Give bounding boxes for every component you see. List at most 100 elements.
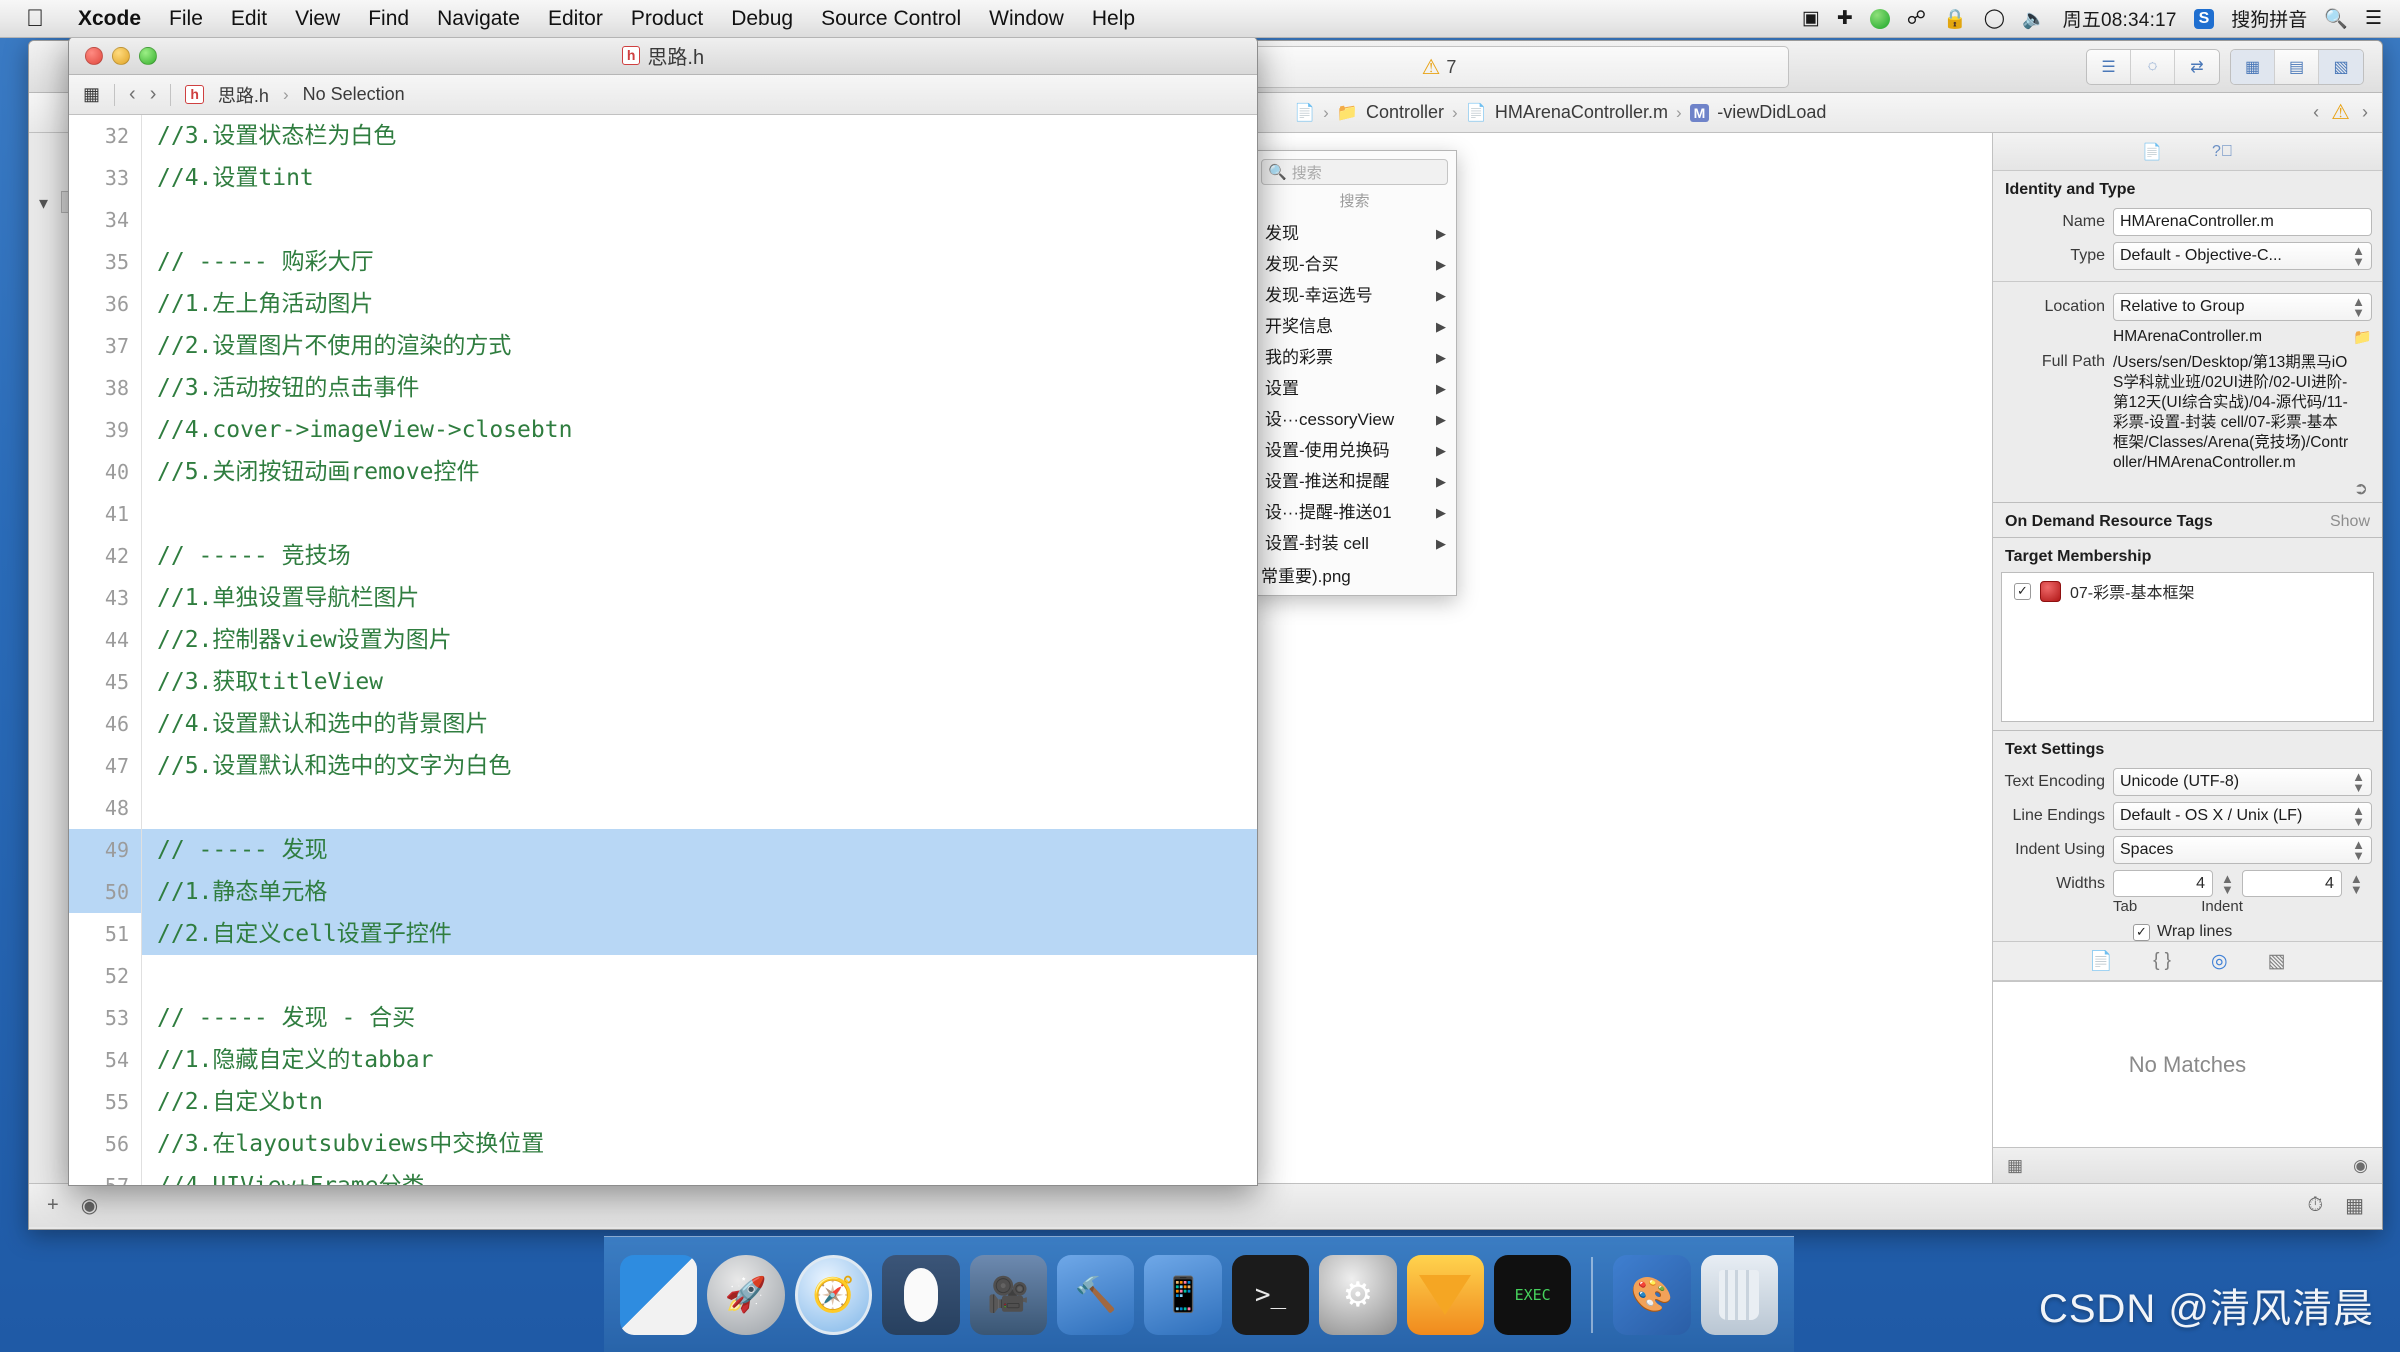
code-line-row[interactable]: 43 //1.单独设置导航栏图片 [69,577,1257,619]
type-select[interactable]: Default - Objective-C... ▲ ▼ [2113,242,2372,270]
airplane-icon[interactable]: ✚ [1837,7,1853,30]
jumpbar-selection[interactable]: No Selection [303,84,405,105]
debug-toggle-icon[interactable]: ▤ [2275,50,2319,84]
previous-issue-icon[interactable]: ‹ [2313,102,2319,123]
standard-editor-icon[interactable]: ☰ [2087,50,2131,84]
name-input[interactable]: HMArenaController.m [2113,208,2372,236]
warning-triangle-icon[interactable]: ⚠ [2331,100,2350,125]
grid-icon[interactable]: ▦ [2345,1193,2364,1218]
dock-item-sketch[interactable] [1406,1254,1484,1335]
menu-item-window[interactable]: Window [975,7,1078,31]
dock-item-pictures-stack[interactable]: 🎨 [1613,1254,1691,1335]
code-line-row[interactable]: 42 // ----- 竞技场 [69,535,1257,577]
code-line-row[interactable]: 34 [69,199,1257,241]
dock-item-safari[interactable]: 🧭 [794,1254,873,1335]
menu-item-find[interactable]: Find [354,7,423,31]
menu-item-product[interactable]: Product [617,7,717,31]
panel-icon[interactable]: ▧ [2268,950,2286,973]
input-method-badge[interactable]: S [2193,8,2215,29]
menu-item-help[interactable]: Help [1078,7,1149,31]
code-line-row[interactable]: 55 //2.自定义btn [69,1081,1257,1123]
dock-item-finder[interactable] [620,1254,698,1335]
code-line-row[interactable]: 44 //2.控制器view设置为图片 [69,619,1257,661]
code-line-row[interactable]: 41 [69,493,1257,535]
indent-using-select[interactable]: Spaces ▲ ▼ [2113,836,2372,864]
code-line-row[interactable]: 48 [69,787,1257,829]
assistant-editor-icon[interactable]: ◌ [2131,50,2175,84]
folder-icon[interactable]: 📁 [2353,328,2372,346]
location-icon[interactable]: ◯ [1984,7,2005,30]
clock-icon[interactable]: ⏱ [2307,1194,2323,1217]
show-link[interactable]: Show [2330,513,2370,531]
popover-item-5[interactable]: 设置 ▶ [1253,373,1456,404]
target-checkbox[interactable]: ✓ [2014,582,2031,600]
code-line-row-selected[interactable]: 49 // ----- 发现 [69,829,1257,871]
code-line-row[interactable]: 37 //2.设置图片不使用的渲染的方式 [69,325,1257,367]
menu-item-source-control[interactable]: Source Control [807,7,975,31]
code-line-row[interactable]: 39 //4.cover->imageView->closebtn [69,409,1257,451]
input-method-label[interactable]: 搜狗拼音 [2231,5,2307,32]
indent-width-input[interactable]: 4 [2241,870,2342,897]
location-select[interactable]: Relative to Group ▲ ▼ [2113,293,2372,321]
tab-width-stepper[interactable]: ▲ ▼ [2221,872,2234,896]
dock-item-exec-app[interactable]: EXEC [1493,1254,1572,1335]
popover-item-4[interactable]: 我的彩票 ▶ [1253,342,1456,373]
target-icon[interactable]: ◎ [2211,950,2228,973]
braces-icon[interactable]: { } [2153,950,2171,972]
popover-item-0[interactable]: 发现 ▶ [1253,218,1456,249]
floating-window-code-area[interactable]: 32 //3.设置状态栏为白色 33 //4.设置tint 34 35 // ----… [69,115,1257,1185]
forward-arrow-icon[interactable]: › [150,83,157,106]
utilities-toggle-icon[interactable]: ▧ [2319,50,2363,84]
dock-item-launchpad[interactable]: 🚀 [707,1254,785,1335]
apple-icon[interactable]:  [0,6,64,31]
related-items-icon[interactable]: ▦ [83,84,100,105]
code-line-row[interactable]: 53 // ----- 发现 - 合买 [69,997,1257,1039]
menu-bar-clock[interactable]: 周五08:34:17 [2063,5,2177,32]
dock-item-quicktime[interactable]: 🎥 [969,1254,1048,1335]
tab-width-input[interactable]: 4 [2113,870,2213,897]
file-inspector-icon[interactable]: 📄 [2142,142,2162,162]
navigator-toggle-icon[interactable]: ▦ [2231,50,2275,84]
reveal-icon[interactable]: ➲ [2354,479,2368,499]
popover-item-7[interactable]: 设置-使用兑换码 ▶ [1253,435,1456,466]
lock-icon[interactable]: 🔒 [1943,7,1967,31]
wrap-lines-checkbox[interactable]: ✓ [2133,923,2150,941]
code-line-row-selected[interactable]: 51 //2.自定义cell设置子控件 [69,913,1257,955]
code-line-row[interactable]: 45 //3.获取titleView [69,661,1257,703]
version-editor-icon[interactable]: ⇄ [2175,50,2219,84]
dock-item-xcode[interactable]: 🔨 [1057,1254,1135,1335]
bluetooth-icon[interactable]: ☍ [1907,7,1926,30]
menu-item-debug[interactable]: Debug [717,7,807,31]
chevron-down-icon[interactable]: ▾ [39,193,48,214]
code-line-row[interactable]: 56 //3.在layoutsubviews中交换位置 [69,1123,1257,1165]
file-icon[interactable]: 📄 [2089,949,2113,973]
wrap-lines-row[interactable]: ✓ Wrap lines [1993,923,2382,941]
code-line-row-selected[interactable]: 50 //1.静态单元格 [69,871,1257,913]
menu-item-navigate[interactable]: Navigate [423,7,534,31]
code-line-row[interactable]: 52 [69,955,1257,997]
menu-item-view[interactable]: View [281,7,354,31]
code-line-row[interactable]: 47 //5.设置默认和选中的文字为白色 [69,745,1257,787]
code-line-row[interactable]: 40 //5.关闭按钮动画remove控件 [69,451,1257,493]
code-line-row[interactable]: 46 //4.设置默认和选中的背景图片 [69,703,1257,745]
dock-item-mouse-app[interactable] [882,1254,960,1335]
floating-window-titlebar[interactable]: h 思路.h [69,37,1257,75]
next-issue-icon[interactable]: › [2362,102,2368,123]
popover-search-field[interactable]: 🔍 搜索 [1261,159,1448,185]
popover-item-10[interactable]: 设置-封装 cell ▶ [1253,528,1456,559]
dock-item-simulator[interactable]: 📱 [1144,1254,1222,1335]
green-dot-icon[interactable] [1869,8,1890,29]
quick-help-icon[interactable]: ?⃝ [2212,143,2233,161]
code-line-row[interactable]: 57 //4.UIView+Frame分类 [69,1165,1257,1185]
menu-item-xcode[interactable]: Xcode [64,7,155,31]
popover-item-1[interactable]: 发现-合买 ▶ [1253,249,1456,280]
code-line-row[interactable]: 35 // ----- 购彩大厅 [69,241,1257,283]
add-icon[interactable]: + [47,1194,59,1217]
grid-icon[interactable]: ▦ [2007,1156,2023,1176]
line-endings-select[interactable]: Default - OS X / Unix (LF) ▲ ▼ [2113,802,2372,830]
breadcrumb-item-controller[interactable]: Controller [1366,102,1444,123]
code-line-row[interactable]: 32 //3.设置状态栏为白色 [69,115,1257,157]
popover-item-8[interactable]: 设置-推送和提醒 ▶ [1253,466,1456,497]
breadcrumb-item-method[interactable]: -viewDidLoad [1717,102,1826,123]
search-icon[interactable]: 🔍 [2324,7,2348,31]
